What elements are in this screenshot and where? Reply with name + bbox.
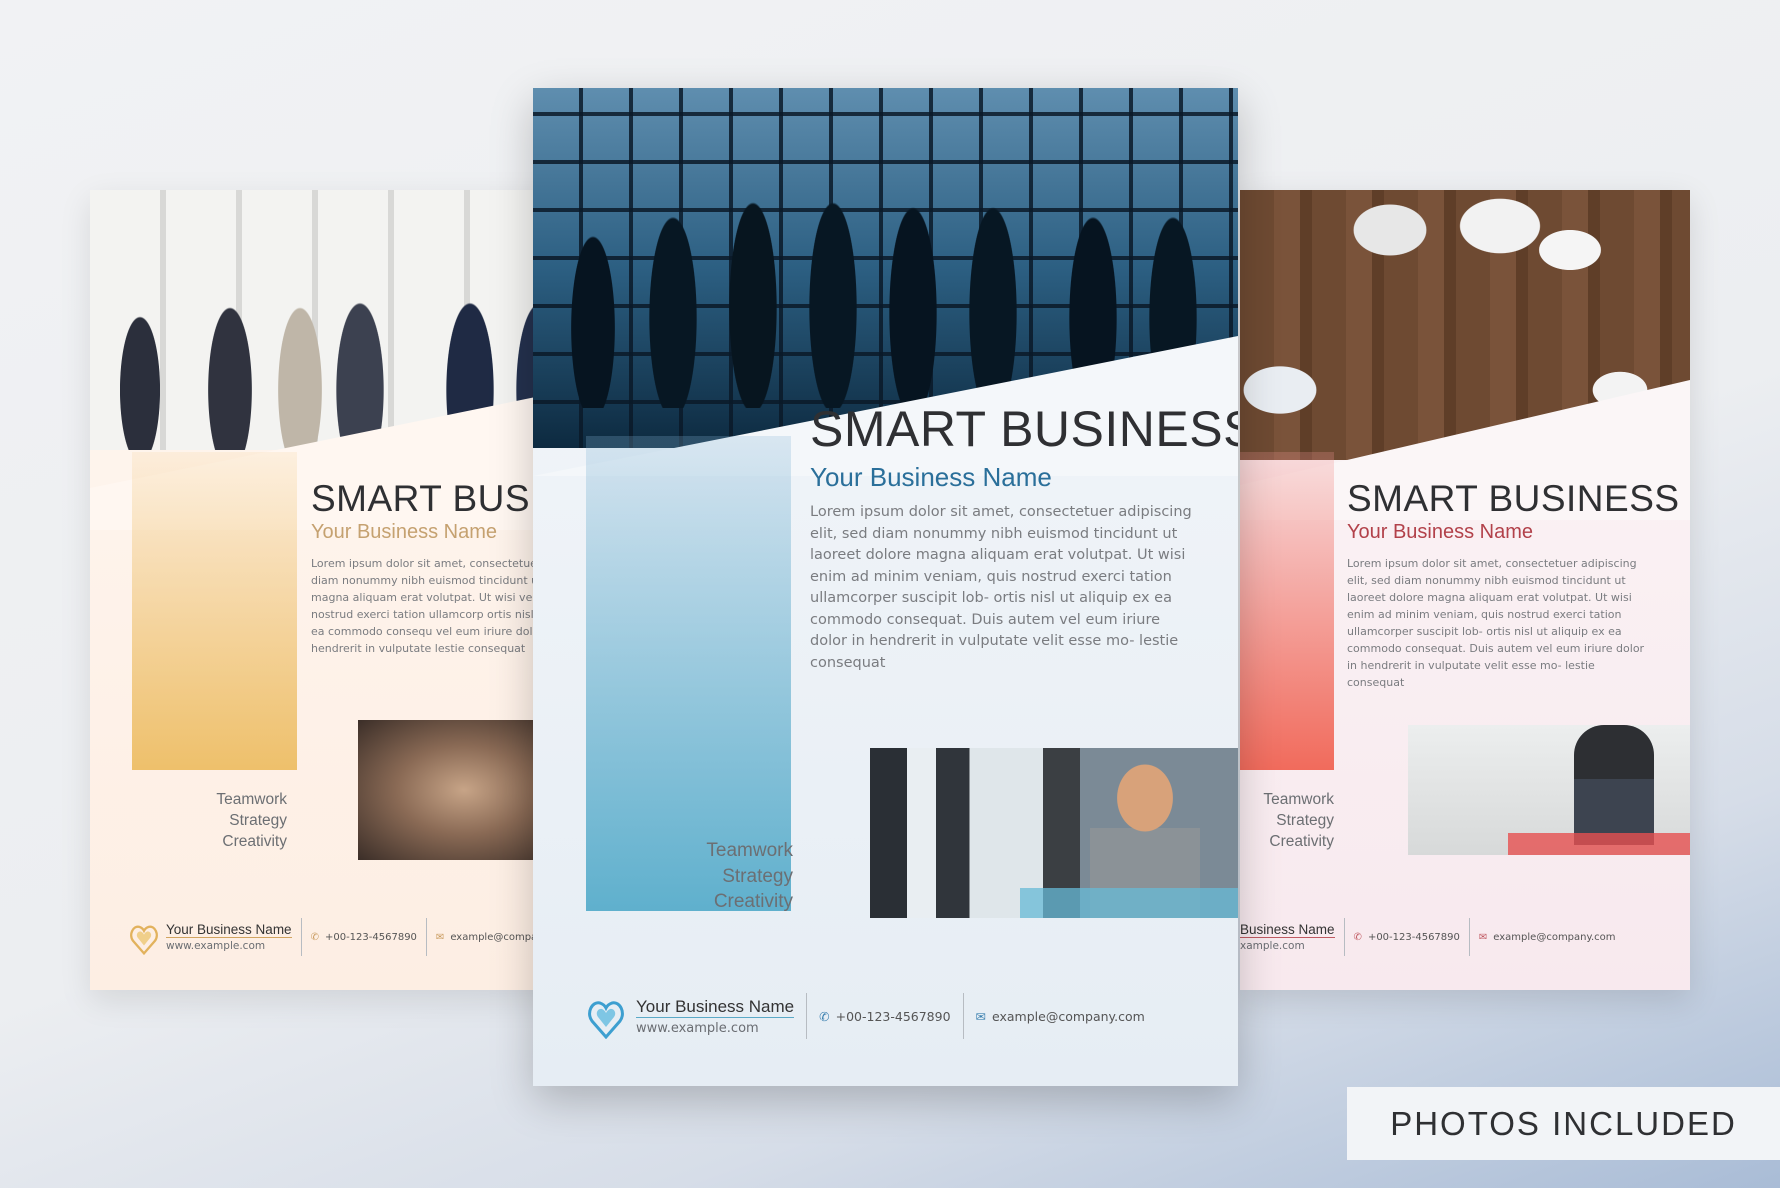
phone-icon: ✆ [310, 931, 319, 943]
skill-item: Teamwork [1263, 791, 1334, 808]
email-address[interactable]: example@company.com [992, 1009, 1145, 1024]
flyer-body-text: Lorem ipsum dolor sit amet, consectetuer… [1347, 557, 1645, 689]
phone-icon: ✆ [1353, 931, 1362, 943]
phone-number: +00-123-4567890 [1367, 931, 1460, 943]
accent-band [1020, 888, 1238, 918]
divider [425, 918, 427, 956]
person-silhouette [1574, 725, 1654, 845]
email-contact: ✉ example@company.com [976, 1009, 1145, 1024]
phone-number: +00-123-4567890 [324, 931, 417, 943]
contact-bar: Your Business Name www.example.com ✆ +00… [588, 993, 1145, 1039]
skill-item: Teamwork [706, 840, 793, 861]
skill-item: Creativity [222, 832, 287, 850]
envelope-icon: ✉ [975, 1008, 987, 1024]
divider [1468, 918, 1470, 956]
heart-logo-icon [130, 925, 158, 955]
accent-band [1508, 833, 1690, 855]
flyer-red: SMART BUSINESS Your Business Name Lorem … [1240, 190, 1690, 990]
phone-contact: ✆ +00-123-4567890 [1354, 932, 1460, 943]
stage: SMART BUSIN Your Business Name Lorem ips… [0, 0, 1780, 1188]
flyer-title: SMART BUSIN [311, 478, 569, 519]
phone-contact: ✆ +00-123-4567890 [311, 932, 417, 943]
skill-item: Strategy [229, 811, 287, 829]
phone-icon: ✆ [819, 1008, 830, 1024]
badge-label: PHOTOS INCLUDED [1390, 1104, 1737, 1142]
businessman-photo [870, 748, 1238, 918]
accent-block [132, 452, 297, 770]
flyer-subtitle: Your Business Name [311, 521, 498, 543]
divider [300, 918, 302, 956]
envelope-icon: ✉ [1478, 931, 1488, 943]
skill-item: Strategy [1276, 811, 1334, 829]
divider [806, 993, 808, 1039]
waiting-room-photo [1408, 725, 1690, 855]
business-url[interactable]: www.example.com [636, 1021, 794, 1036]
business-info: Your Business Name www.example.com [166, 922, 292, 952]
contact-bar: Your Business Name www.example.com ✆ +00… [130, 918, 557, 956]
skill-item: Teamwork [216, 791, 287, 808]
skills-list: Teamwork Strategy Creativity [653, 838, 793, 915]
business-url[interactable]: www.example.com [166, 940, 292, 952]
contact-bar: Business Name xample.com ✆ +00-123-45678… [1240, 918, 1616, 956]
business-info: Business Name xample.com [1240, 922, 1335, 952]
divider [1343, 918, 1345, 956]
flyer-blue: SMART BUSINESS Your Business Name Lorem … [533, 88, 1238, 1086]
skill-item: Strategy [722, 865, 793, 887]
skill-item: Creativity [1269, 832, 1334, 850]
skills-list: Teamwork Strategy Creativity [160, 790, 287, 853]
flyer-title: SMART BUSINESS [1347, 478, 1680, 519]
flyer-subtitle: Your Business Name [1347, 521, 1534, 543]
email-contact: ✉ example@company.com [1479, 932, 1616, 943]
business-name: Your Business Name [636, 996, 795, 1018]
business-url[interactable]: xample.com [1240, 940, 1335, 952]
skill-item: Creativity [713, 891, 793, 913]
accent-block [1240, 452, 1334, 770]
flyer-subtitle: Your Business Name [810, 462, 1052, 492]
phone-number: +00-123-4567890 [835, 1008, 951, 1024]
phone-contact: ✆ +00-123-4567890 [819, 1009, 950, 1024]
flyer-body-text: Lorem ipsum dolor sit amet, consectetuer… [311, 557, 570, 655]
flyer-title: SMART BUSINESS [810, 401, 1238, 457]
envelope-icon: ✉ [435, 931, 445, 943]
photos-included-badge: PHOTOS INCLUDED [1347, 1087, 1780, 1160]
business-name: Your Business Name [166, 922, 292, 938]
heart-logo-icon [588, 1001, 624, 1039]
business-info: Your Business Name www.example.com [636, 996, 795, 1036]
flyer-orange: SMART BUSIN Your Business Name Lorem ips… [90, 190, 570, 990]
email-address[interactable]: example@company.com [1493, 932, 1615, 943]
business-name: Business Name [1240, 922, 1335, 938]
flyer-body-text: Lorem ipsum dolor sit amet, consectetuer… [810, 504, 1192, 671]
skills-list: Teamwork Strategy Creativity [1240, 790, 1334, 853]
divider [962, 993, 964, 1039]
